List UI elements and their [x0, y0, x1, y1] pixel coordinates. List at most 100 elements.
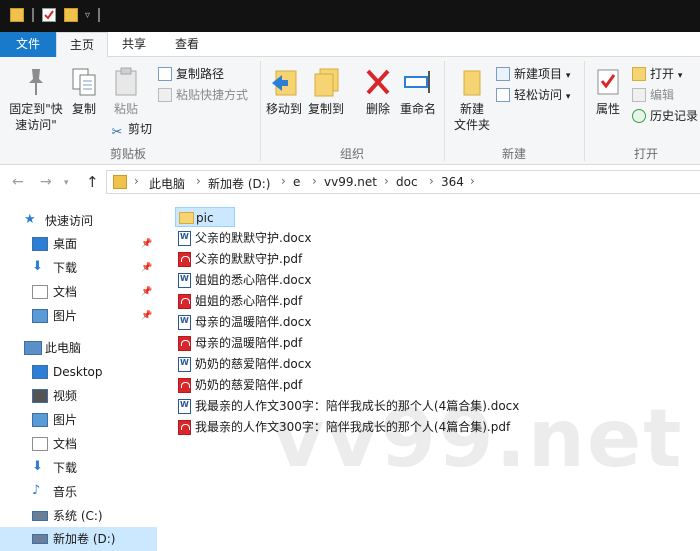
file-name: 父亲的默默守护.pdf — [195, 252, 303, 266]
pin-to-quick-access-button[interactable]: 固定到"快 速访问" — [4, 67, 68, 133]
folder-icon[interactable] — [10, 8, 24, 22]
nav-item[interactable]: 图片 📌 — [0, 304, 157, 328]
nav-item[interactable]: ⬇ 下载 📌 — [0, 256, 157, 280]
pin-icon[interactable]: 📌 — [141, 304, 152, 328]
nav-item[interactable]: 新加卷 (D:) — [0, 527, 157, 551]
file-item[interactable]: 姐姐的悉心陪伴.docx — [175, 270, 535, 290]
recent-locations-icon[interactable]: ▾ — [64, 178, 69, 188]
nav-item-label: 系统 (C:) — [53, 509, 103, 523]
chevron-down-icon: ▾ — [565, 71, 571, 81]
file-item[interactable]: 母亲的温暖陪伴.pdf — [175, 333, 535, 353]
nav-item-label: 桌面 — [53, 237, 78, 251]
tab-share[interactable]: 共享 — [110, 32, 158, 57]
nav-item[interactable]: 系统 (C:) — [0, 504, 157, 528]
file-item[interactable]: 母亲的温暖陪伴.docx — [175, 312, 535, 332]
tab-home[interactable]: 主页 — [56, 32, 108, 58]
word-document-icon — [178, 357, 191, 372]
pictures-icon — [32, 309, 48, 323]
address-bar[interactable]: › 此电脑 › 新加卷 (D:) › e › vv99.net › doc › … — [106, 170, 700, 194]
easy-access-label: 轻松访问 — [514, 88, 563, 102]
toolbar-separator — [98, 8, 100, 22]
ribbon-tabs: 文件 主页 共享 查看 — [0, 32, 700, 58]
nav-item[interactable]: 桌面 📌 — [0, 232, 157, 256]
paste-button[interactable]: 粘贴 — [108, 67, 144, 117]
chevron-right-icon[interactable]: › — [196, 174, 201, 188]
breadcrumb-drive[interactable]: 新加卷 (D:) — [208, 175, 270, 192]
history-button[interactable]: 历史记录 — [632, 107, 698, 125]
properties-icon — [597, 69, 619, 95]
folder-item[interactable]: pic — [175, 207, 235, 227]
new-item-button[interactable]: 新建项目 ▾ — [496, 65, 570, 83]
forward-arrow-icon[interactable]: → — [40, 174, 52, 190]
chevron-right-icon[interactable]: › — [470, 174, 475, 188]
file-item[interactable]: 姐姐的悉心陪伴.pdf — [175, 291, 535, 311]
new-folder-button[interactable]: 新建 文件夹 — [450, 67, 494, 133]
breadcrumb-site[interactable]: vv99.net — [324, 175, 377, 189]
clipboard-group-label: 剪贴板 — [109, 147, 146, 161]
file-item[interactable]: 我最亲的人作文300字：陪伴我成长的那个人(4篇合集).pdf — [175, 417, 535, 437]
open-button[interactable]: 打开 ▾ — [632, 65, 682, 83]
properties-button[interactable]: 属性 — [590, 67, 626, 117]
customize-quick-access-icon[interactable]: ▿ — [85, 10, 90, 21]
nav-item[interactable]: ★ 快速访问 — [0, 209, 157, 233]
up-arrow-icon[interactable]: ↑ — [86, 173, 99, 191]
new-folder-label: 文件夹 — [453, 118, 490, 132]
drive-icon — [32, 511, 48, 521]
nav-item-label: 音乐 — [53, 485, 78, 499]
edit-button[interactable]: 编辑 — [632, 86, 674, 104]
breadcrumb-doc[interactable]: doc — [396, 175, 418, 189]
cut-button[interactable]: ✂ 剪切 — [110, 120, 153, 140]
nav-item-label: Desktop — [53, 365, 103, 379]
documents-icon — [32, 285, 48, 299]
easy-access-button[interactable]: 轻松访问 ▾ — [496, 86, 570, 104]
chevron-right-icon[interactable]: › — [134, 174, 139, 188]
easy-access-icon — [496, 88, 510, 102]
file-item[interactable]: 父亲的默默守护.docx — [175, 228, 535, 248]
chevron-right-icon[interactable]: › — [384, 174, 389, 188]
copy-path-button[interactable]: 复制路径 — [158, 65, 224, 83]
word-document-icon — [178, 231, 191, 246]
chevron-right-icon[interactable]: › — [312, 174, 317, 188]
file-item[interactable]: 父亲的默默守护.pdf — [175, 249, 535, 269]
computer-icon — [24, 341, 42, 355]
rename-button[interactable]: 重命名 — [398, 67, 438, 117]
nav-item[interactable]: 文档 📌 — [0, 280, 157, 304]
pin-icon[interactable]: 📌 — [141, 280, 152, 304]
history-label: 历史记录 — [650, 109, 699, 123]
nav-item[interactable]: Desktop — [0, 360, 157, 384]
chevron-right-icon[interactable]: › — [281, 174, 286, 188]
nav-item[interactable]: 图片 — [0, 408, 157, 432]
breadcrumb-364[interactable]: 364 — [441, 175, 464, 189]
pictures-icon — [32, 413, 48, 427]
pin-icon[interactable]: 📌 — [141, 232, 152, 256]
file-name: 母亲的温暖陪伴.pdf — [195, 336, 303, 350]
nav-item[interactable]: 文档 — [0, 432, 157, 456]
pdf-file-icon — [178, 252, 191, 267]
cut-label: 剪切 — [128, 122, 153, 136]
tab-view[interactable]: 查看 — [162, 32, 212, 57]
back-arrow-icon[interactable]: ← — [12, 174, 24, 190]
copy-to-button[interactable]: 复制到 — [306, 67, 346, 117]
properties-quick-icon[interactable] — [42, 8, 56, 22]
nav-item[interactable]: ⬇ 下载 — [0, 456, 157, 480]
paste-shortcut-button[interactable]: 粘贴快捷方式 — [158, 86, 248, 104]
chevron-right-icon[interactable]: › — [429, 174, 434, 188]
breadcrumb-e[interactable]: e — [293, 175, 300, 189]
copy-button[interactable]: 复制 — [68, 67, 100, 117]
new-group-label: 新建 — [501, 147, 526, 161]
copy-to-icon — [314, 68, 339, 97]
nav-item[interactable]: 视频 — [0, 384, 157, 408]
nav-item[interactable]: ♪ 音乐 — [0, 480, 157, 504]
delete-button[interactable]: 删除 — [360, 67, 396, 117]
file-item[interactable]: 我最亲的人作文300字：陪伴我成长的那个人(4篇合集).docx — [175, 396, 535, 416]
folder-icon — [179, 212, 194, 224]
nav-item-label: 视频 — [53, 389, 78, 403]
move-to-button[interactable]: 移动到 — [264, 67, 304, 117]
pin-icon[interactable]: 📌 — [141, 256, 152, 280]
nav-item[interactable]: 此电脑 — [0, 336, 157, 360]
file-item[interactable]: 奶奶的慈爱陪伴.docx — [175, 354, 535, 374]
file-item[interactable]: 奶奶的慈爱陪伴.pdf — [175, 375, 535, 395]
new-folder-quick-icon[interactable] — [64, 8, 78, 22]
tab-file[interactable]: 文件 — [0, 32, 56, 57]
breadcrumb-this-pc[interactable]: 此电脑 — [149, 175, 185, 192]
